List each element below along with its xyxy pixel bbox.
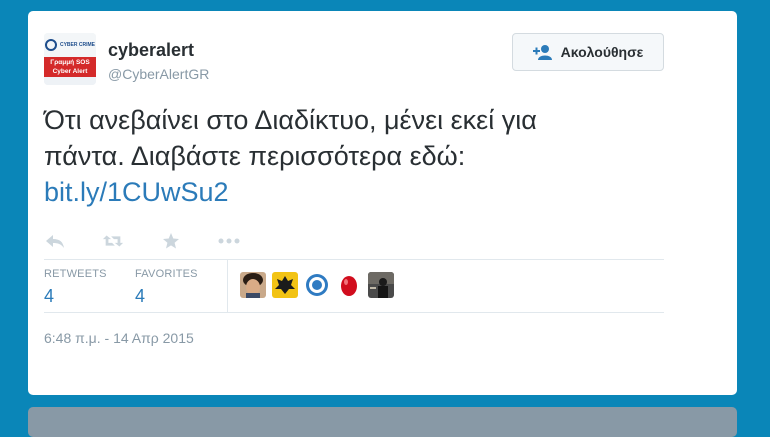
tweet-text: Ότι ανεβαίνει στο Διαδίκτυο, μένει εκεί …: [44, 102, 664, 210]
favoriters-avatars: [240, 272, 394, 298]
tweet-link[interactable]: bit.ly/1CUwSu2: [44, 177, 229, 207]
divider: [44, 312, 664, 313]
avatar-band: Γραμμή SOS Cyber Alert: [44, 57, 96, 77]
add-user-icon: [532, 44, 553, 60]
tweet-line-1: Ότι ανεβαίνει στο Διαδίκτυο, μένει εκεί …: [44, 105, 537, 135]
avatar-logo-text: CYBER CRIME: [59, 41, 95, 48]
next-tweet-card: [28, 407, 737, 437]
favorites-label: FAVORITES: [135, 268, 198, 280]
favoriter-avatar[interactable]: [368, 272, 394, 298]
reply-icon[interactable]: [44, 230, 66, 252]
favoriter-avatar[interactable]: [272, 272, 298, 298]
favorites-count[interactable]: 4: [135, 286, 198, 307]
favorites-stat[interactable]: FAVORITES 4: [135, 268, 198, 307]
police-seal-icon: [44, 39, 57, 51]
divider: [44, 259, 664, 260]
tweet-actions: [44, 230, 276, 252]
favoriter-avatar[interactable]: [240, 272, 266, 298]
tweet-timestamp[interactable]: 6:48 π.μ. - 14 Απρ 2015: [44, 330, 194, 346]
more-icon[interactable]: [218, 230, 240, 252]
follow-button[interactable]: Ακολούθησε: [512, 33, 664, 71]
avatar[interactable]: CYBER CRIME Γραμμή SOS Cyber Alert: [44, 33, 96, 85]
retweet-icon[interactable]: [102, 230, 124, 252]
tweet-line-2: πάντα. Διαβάστε περισσότερα εδώ:: [44, 141, 466, 171]
retweets-count[interactable]: 4: [44, 286, 107, 307]
favoriter-avatar[interactable]: [336, 272, 362, 298]
retweets-label: RETWEETS: [44, 268, 107, 280]
favorite-icon[interactable]: [160, 230, 182, 252]
retweets-stat[interactable]: RETWEETS 4: [44, 268, 107, 307]
user-handle[interactable]: @CyberAlertGR: [108, 66, 209, 82]
user-name[interactable]: cyberalert: [108, 40, 194, 61]
follow-label: Ακολούθησε: [560, 44, 644, 60]
divider: [227, 260, 228, 312]
favoriter-avatar[interactable]: [304, 272, 330, 298]
